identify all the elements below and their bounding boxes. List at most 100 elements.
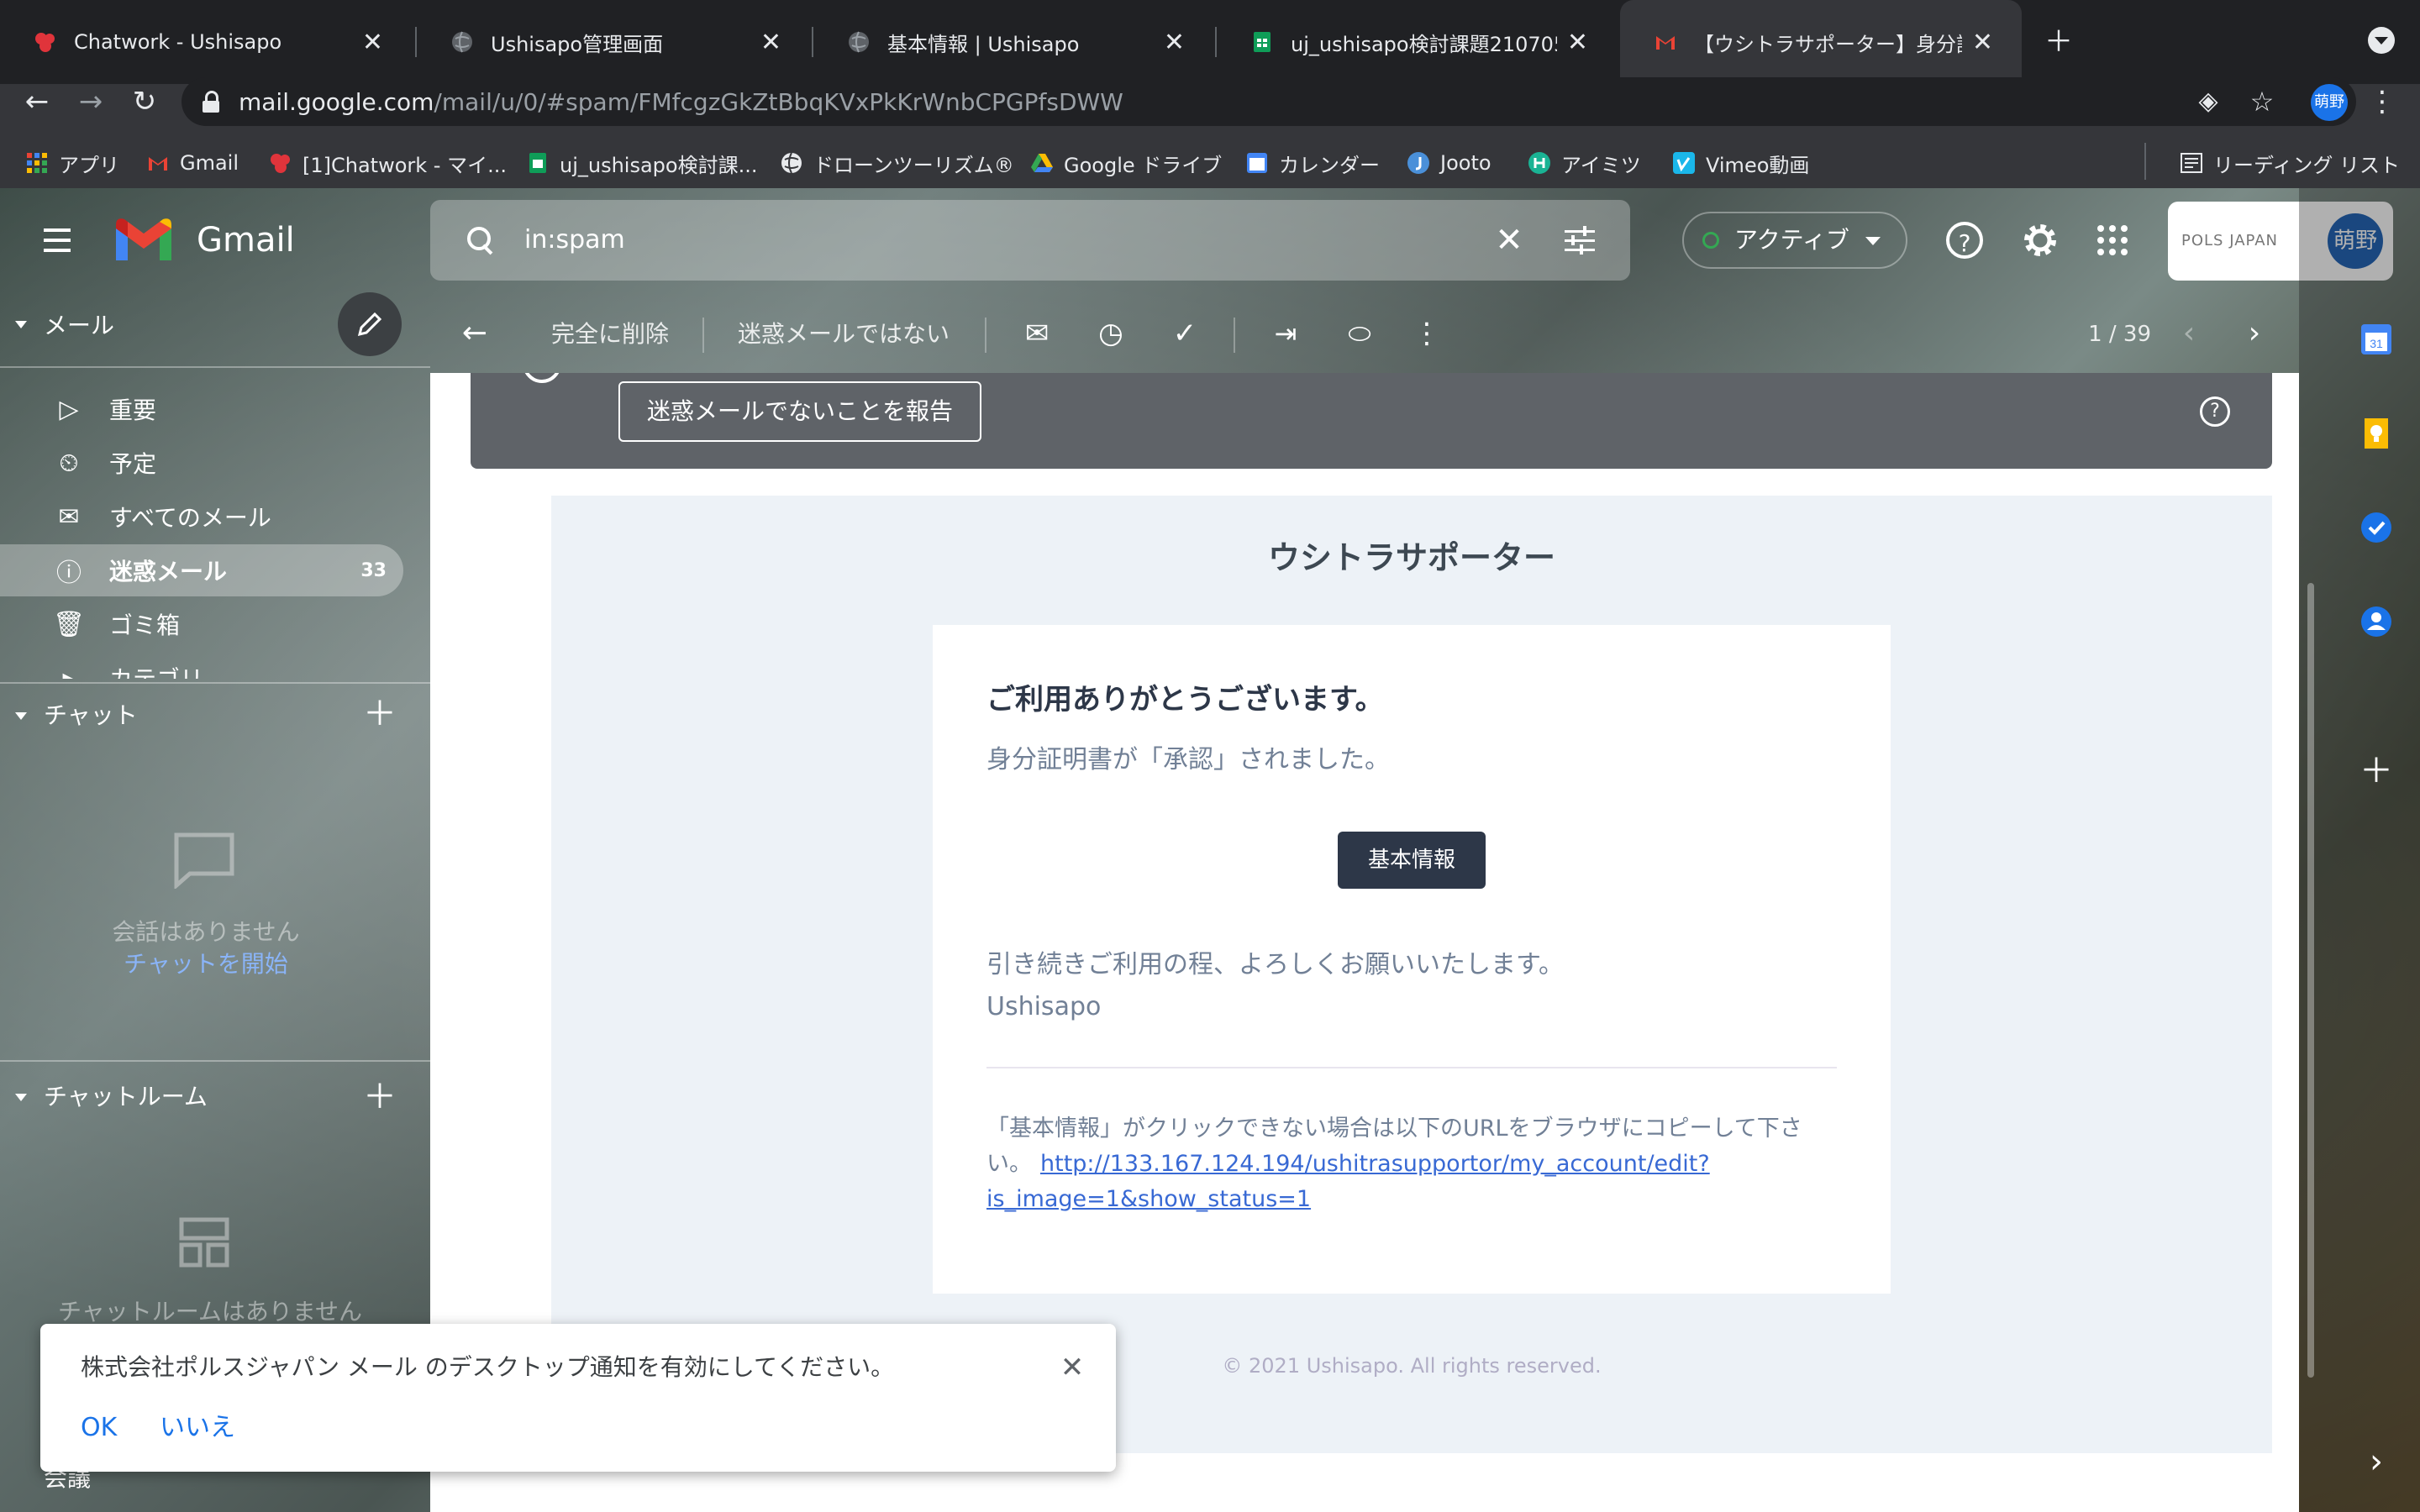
back-to-list-icon[interactable]: ← [454,312,496,354]
calendar-icon[interactable]: 31 [2360,323,2393,356]
tab-chatwork[interactable]: Chatwork - Ushisapo ✕ [0,0,412,84]
reload-icon[interactable]: ↻ [119,77,170,126]
pencil-icon [357,312,382,337]
tab-kihon-joho[interactable]: 基本情報 | Ushisapo ✕ [813,0,1213,84]
notification-ok-button[interactable]: OK [81,1410,131,1446]
sidebar-section-chat[interactable]: チャット [44,699,245,732]
toolbar-divider [1234,318,1235,353]
globe-icon [452,31,472,53]
drive-icon [1031,154,1053,172]
add-addon-icon[interactable]: ＋ [2360,754,2393,788]
gmail-icon [149,157,167,171]
label-icon[interactable]: ⬭ [1339,312,1380,354]
main-menu-icon[interactable] [37,220,77,260]
prev-page-icon[interactable]: ‹ [2168,312,2210,354]
sidebar-item-trash[interactable]: 🗑 ゴミ箱 [0,600,430,648]
close-icon[interactable]: ✕ [1052,1347,1092,1388]
bookmark-gmail[interactable]: Gmail [146,143,239,183]
email-divider [986,1067,1837,1068]
start-chat-link[interactable]: チャットを開始 [84,948,328,981]
tab-gmail-active[interactable]: 【ウシトラサポーター】身分証明書 ✕ [1620,0,2022,84]
contacts-icon[interactable] [2360,605,2393,638]
tab-search-button[interactable] [2368,27,2395,54]
tab-ushisapo-admin[interactable]: Ushisapo管理画面 ✕ [417,0,810,84]
snooze-clock-icon[interactable]: ◷ [1091,312,1131,354]
bookmark-chatwork[interactable]: [1]Chatwork - マイ... [269,143,507,183]
settings-gear-icon[interactable] [2020,220,2060,260]
sidebar-section-mail[interactable]: メール [44,309,212,343]
next-page-icon[interactable]: › [2233,312,2275,354]
move-to-icon[interactable]: ⇥ [1265,312,1306,354]
add-room-icon[interactable]: ＋ [360,1077,400,1117]
compose-button[interactable] [338,292,402,356]
search-icon[interactable] [464,223,497,257]
extension-icon[interactable]: ◈ [2185,77,2232,126]
not-spam-button[interactable]: 迷惑メールではない [738,318,956,351]
tab-sheets[interactable]: uj_ushisapo検討課題210705 - G ✕ [1217,0,1617,84]
collapse-caret-icon[interactable] [15,1094,27,1101]
keep-icon[interactable] [2360,417,2393,450]
bookmark-drive[interactable]: Google ドライブ [1030,143,1222,183]
bookmark-aimitsu[interactable]: アイミツ [1528,143,1641,183]
sidebar-section-rooms[interactable]: チャットルーム [44,1080,296,1114]
new-tab-icon[interactable]: ＋ [2033,18,2084,66]
more-vert-icon[interactable]: ⋮ [2361,77,2403,126]
back-arrow-icon[interactable]: ← [12,77,62,126]
expand-panel-icon[interactable]: › [2360,1445,2393,1478]
sidebar-item-all-mail[interactable]: ✉ すべてのメール [0,492,430,541]
sidebar-item-scheduled[interactable]: ⏲ 予定 [0,438,430,487]
bookmark-jooto[interactable]: Jooto [1407,143,1491,183]
mark-unread-icon[interactable]: ✉ [1017,312,1057,354]
bookmark-sheets[interactable]: uj_ushisapo検討課... [526,143,758,183]
close-icon[interactable]: ✕ [1972,28,1993,57]
aimitsu-icon [1528,152,1550,174]
sidebar-item-categories[interactable]: ▸ カテゴリ [0,654,430,680]
tab-title: Ushisapo管理画面 [491,32,664,56]
clear-search-icon[interactable]: ✕ [1489,218,1529,262]
collapse-caret-icon[interactable] [15,712,27,720]
delete-forever-button[interactable]: 完全に削除 [551,318,702,351]
search-input[interactable]: in:spam [524,223,1113,257]
collapse-caret-icon[interactable] [15,321,27,328]
chatwork-icon [35,33,55,52]
sidebar-item-spam[interactable]: ⓘ 迷惑メール [0,546,403,595]
reading-list-button[interactable]: リーディング リスト [2180,143,2400,183]
sidebar-item-important[interactable]: ▷ 重要 [0,385,430,433]
more-vert-icon[interactable]: ⋮ [1407,312,1447,354]
add-task-icon[interactable]: ✓ [1165,312,1205,354]
bookmark-vimeo[interactable]: Vimeo動画 [1672,143,1809,183]
fallback-url-link[interactable]: http://133.167.124.194/ushitrasupportor/… [1040,1147,1837,1181]
close-icon[interactable]: ✕ [1567,28,1588,57]
apps-grid-icon [27,153,47,173]
close-icon[interactable]: ✕ [362,28,383,57]
add-chat-icon[interactable]: ＋ [360,694,400,734]
sidebar-item-label: 予定 [109,450,157,478]
warning-icon [523,373,561,383]
bookmark-calendar[interactable]: カレンダー [1245,143,1380,183]
help-icon[interactable]: ? [1946,222,1983,259]
fallback-url-link-cont[interactable]: is_image=1&show_status=1 [986,1183,1659,1216]
profile-avatar[interactable]: 萌野 [2311,84,2348,121]
search-options-icon[interactable] [1563,225,1597,255]
forward-arrow-icon[interactable]: → [66,77,116,126]
lock-icon[interactable] [202,91,220,114]
close-icon[interactable]: ✕ [760,28,781,57]
tasks-icon[interactable] [2360,511,2393,544]
bookmark-drone[interactable]: ドローンツーリズム® [780,143,1014,183]
notification-no-button[interactable]: いいえ [160,1410,260,1446]
bookmark-apps[interactable]: アプリ [25,143,119,183]
url-text[interactable]: mail.google.com/mail/u/0/#spam/FMfcgzGkZ… [239,87,1331,118]
email-closing-text: 引き続きご利用の程、よろしくお願いいたします。 [986,950,1564,979]
google-apps-icon[interactable] [2096,223,2129,257]
close-icon[interactable]: ✕ [1164,28,1185,57]
message-scrollbar[interactable] [2307,583,2314,1378]
sidebar-item-label: 迷惑メール [109,558,228,585]
kihon-joho-button[interactable]: 基本情報 [1338,832,1486,889]
bookmark-star-icon[interactable]: ☆ [2238,77,2286,126]
gmail-logo-icon[interactable] [113,217,175,264]
globe-icon [849,31,869,53]
label-important-icon: ▷ [59,394,79,424]
report-not-spam-button[interactable]: 迷惑メールでないことを報告 [618,381,981,442]
help-icon[interactable]: ? [2200,396,2230,427]
sheets-icon [529,153,546,173]
